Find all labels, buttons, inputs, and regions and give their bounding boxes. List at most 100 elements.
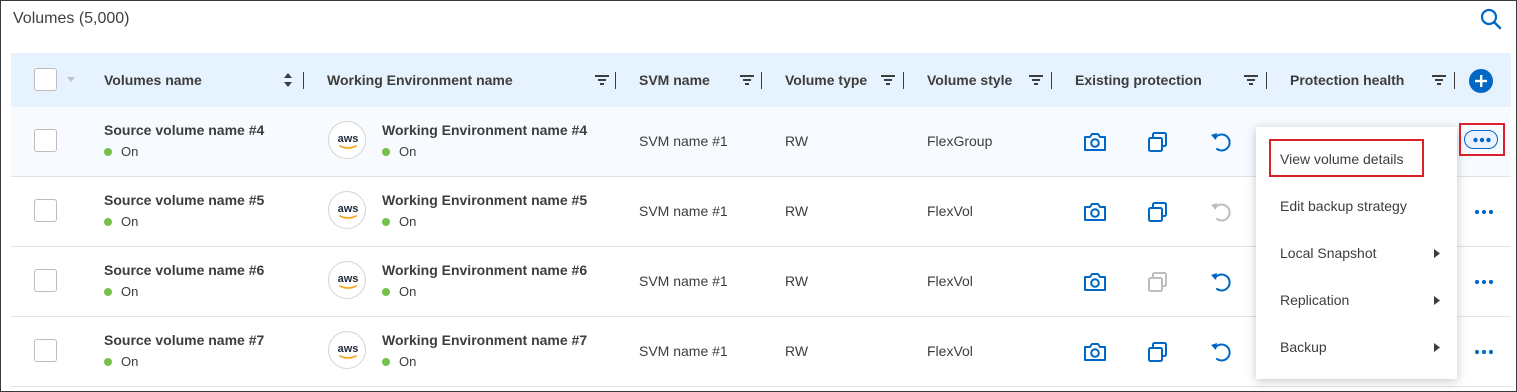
svg-text:aws: aws xyxy=(338,203,359,215)
add-column-button[interactable] xyxy=(1469,69,1493,93)
aws-logo-icon: aws xyxy=(328,191,366,229)
backup-restore-icon[interactable] xyxy=(1208,270,1234,294)
sort-icon[interactable] xyxy=(283,71,293,89)
row-actions-icon[interactable] xyxy=(1473,275,1495,289)
volume-type: RW xyxy=(785,203,809,219)
svm-name: SVM name #1 xyxy=(639,203,728,219)
column-divider[interactable] xyxy=(903,72,904,89)
column-divider[interactable] xyxy=(761,72,762,89)
column-header-svm-name[interactable]: SVM name xyxy=(639,53,710,107)
chevron-right-icon xyxy=(1434,343,1440,352)
snapshot-icon[interactable] xyxy=(1082,200,1108,224)
volume-status: On xyxy=(104,144,138,159)
menu-item-backup[interactable]: Backup xyxy=(1256,324,1457,370)
aws-logo-icon: aws xyxy=(328,261,366,299)
svg-text:aws: aws xyxy=(338,273,359,285)
column-header-volumes-name[interactable]: Volumes name xyxy=(104,53,202,107)
filter-icon[interactable] xyxy=(1244,73,1258,87)
volume-status: On xyxy=(104,214,138,229)
search-icon[interactable] xyxy=(1479,7,1503,31)
working-environment-name[interactable]: Working Environment name #7 xyxy=(382,332,587,348)
row-checkbox[interactable] xyxy=(34,269,57,292)
filter-icon[interactable] xyxy=(1029,73,1043,87)
status-dot-icon xyxy=(382,357,390,366)
column-header-volume-style[interactable]: Volume style xyxy=(927,53,1012,107)
table-header: Volumes name Working Environment name SV… xyxy=(11,53,1511,107)
volume-style: FlexVol xyxy=(927,273,973,289)
aws-logo-icon: aws xyxy=(328,331,366,369)
replication-icon[interactable] xyxy=(1145,200,1171,224)
filter-icon[interactable] xyxy=(881,73,895,87)
working-environment-status: On xyxy=(382,144,416,159)
svm-name: SVM name #1 xyxy=(639,133,728,149)
status-dot-icon xyxy=(104,147,112,156)
column-header-working-environment[interactable]: Working Environment name xyxy=(327,53,513,107)
volume-style: FlexVol xyxy=(927,343,973,359)
column-divider[interactable] xyxy=(615,72,616,89)
status-dot-icon xyxy=(382,287,390,296)
replication-icon[interactable] xyxy=(1145,130,1171,154)
volume-name[interactable]: Source volume name #7 xyxy=(104,332,264,348)
row-actions-icon[interactable] xyxy=(1473,345,1495,359)
column-header-protection-health[interactable]: Protection health xyxy=(1290,53,1404,107)
menu-item-local-snapshot[interactable]: Local Snapshot xyxy=(1256,230,1457,276)
replication-icon[interactable] xyxy=(1145,270,1171,294)
backup-restore-icon[interactable] xyxy=(1208,200,1234,224)
volume-name[interactable]: Source volume name #5 xyxy=(104,192,264,208)
page-title: Volumes (5,000) xyxy=(13,10,130,27)
filter-icon[interactable] xyxy=(1432,73,1446,87)
row-actions-menu: View volume details Edit backup strategy… xyxy=(1256,127,1457,379)
replication-icon[interactable] xyxy=(1145,340,1171,364)
svm-name: SVM name #1 xyxy=(639,273,728,289)
column-divider[interactable] xyxy=(1266,72,1267,89)
aws-logo-icon: aws xyxy=(328,121,366,159)
working-environment-status: On xyxy=(382,354,416,369)
column-divider[interactable] xyxy=(1051,72,1052,89)
column-header-existing-protection[interactable]: Existing protection xyxy=(1075,53,1202,107)
menu-item-view-volume-details[interactable]: View volume details xyxy=(1256,136,1457,182)
row-checkbox[interactable] xyxy=(34,129,57,152)
chevron-right-icon xyxy=(1434,249,1440,258)
volume-name[interactable]: Source volume name #4 xyxy=(104,122,264,138)
row-checkbox[interactable] xyxy=(34,199,57,222)
volume-status: On xyxy=(104,284,138,299)
working-environment-name[interactable]: Working Environment name #6 xyxy=(382,262,587,278)
svm-name: SVM name #1 xyxy=(639,343,728,359)
svg-text:aws: aws xyxy=(338,133,359,145)
column-divider[interactable] xyxy=(303,72,304,89)
volume-type: RW xyxy=(785,343,809,359)
select-all-checkbox[interactable] xyxy=(34,68,57,91)
volume-name[interactable]: Source volume name #6 xyxy=(104,262,264,278)
working-environment-status: On xyxy=(382,214,416,229)
volume-type: RW xyxy=(785,133,809,149)
snapshot-icon[interactable] xyxy=(1082,130,1108,154)
filter-icon[interactable] xyxy=(595,73,609,87)
ellipsis-icon xyxy=(1473,137,1491,143)
column-divider[interactable] xyxy=(1454,72,1455,89)
working-environment-name[interactable]: Working Environment name #5 xyxy=(382,192,587,208)
backup-restore-icon[interactable] xyxy=(1208,130,1234,154)
status-dot-icon xyxy=(104,217,112,226)
volume-status: On xyxy=(104,354,138,369)
menu-item-replication[interactable]: Replication xyxy=(1256,277,1457,323)
status-dot-icon xyxy=(104,287,112,296)
filter-icon[interactable] xyxy=(740,73,754,87)
row-checkbox[interactable] xyxy=(34,339,57,362)
svg-text:aws: aws xyxy=(338,343,359,355)
snapshot-icon[interactable] xyxy=(1082,270,1108,294)
backup-restore-icon[interactable] xyxy=(1208,340,1234,364)
row-actions-button-active[interactable] xyxy=(1464,130,1498,149)
volumes-panel: Volumes (5,000) Volumes name Working Env… xyxy=(0,0,1517,392)
snapshot-icon[interactable] xyxy=(1082,340,1108,364)
column-header-volume-type[interactable]: Volume type xyxy=(785,53,867,107)
chevron-down-icon[interactable] xyxy=(67,77,75,83)
status-dot-icon xyxy=(382,147,390,156)
status-dot-icon xyxy=(104,357,112,366)
working-environment-name[interactable]: Working Environment name #4 xyxy=(382,122,587,138)
menu-item-edit-backup-strategy[interactable]: Edit backup strategy xyxy=(1256,183,1457,229)
working-environment-status: On xyxy=(382,284,416,299)
volume-style: FlexVol xyxy=(927,203,973,219)
volume-style: FlexGroup xyxy=(927,133,993,149)
row-actions-icon[interactable] xyxy=(1473,205,1495,219)
status-dot-icon xyxy=(382,217,390,226)
